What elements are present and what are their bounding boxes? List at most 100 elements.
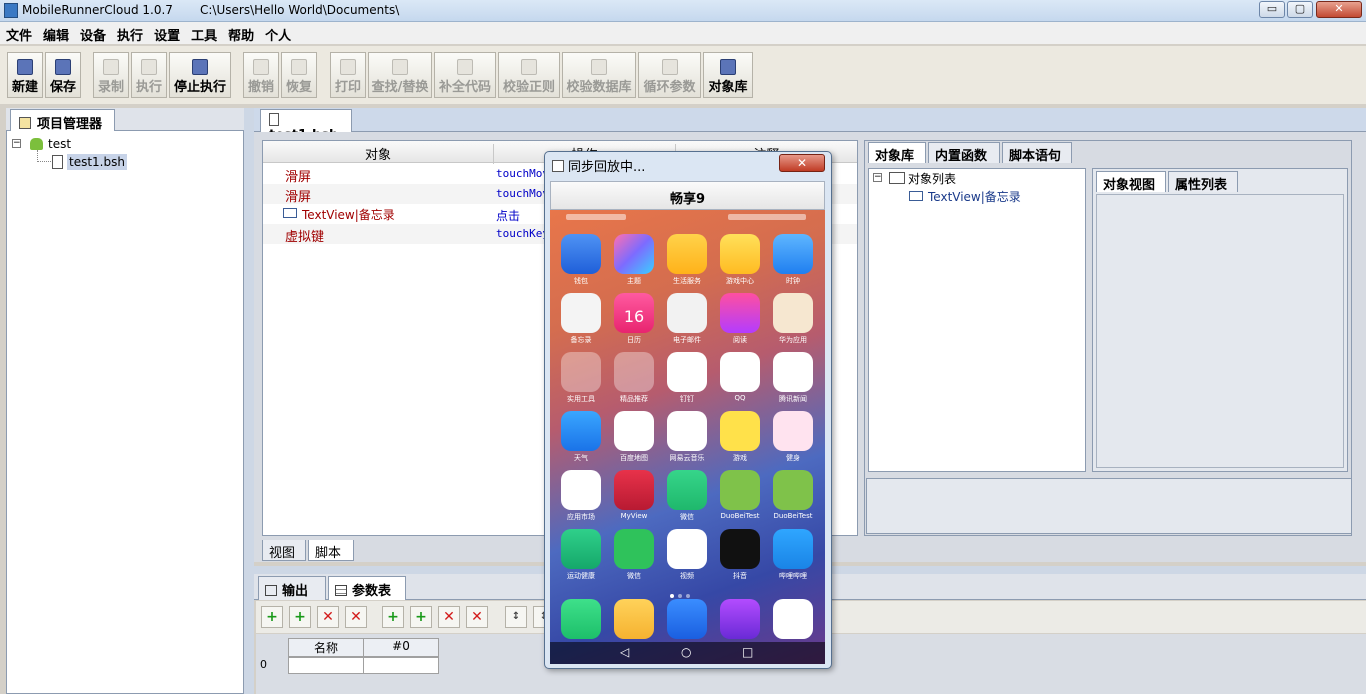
save-button[interactable]: 保存 xyxy=(45,52,81,98)
browser-app-icon[interactable] xyxy=(720,599,760,639)
redo-button[interactable]: 恢复 xyxy=(281,52,317,98)
sort-az-button[interactable]: ↕ xyxy=(505,606,527,628)
project-panel xyxy=(6,108,244,694)
menu-edit[interactable]: 编辑 xyxy=(37,22,74,44)
app-icon[interactable] xyxy=(773,411,813,451)
app-icon[interactable] xyxy=(720,529,760,569)
app-icon[interactable] xyxy=(720,234,760,274)
app-icon[interactable] xyxy=(614,234,654,274)
tree-file-test1[interactable]: test1.bsh xyxy=(67,154,127,170)
qq-app-icon[interactable] xyxy=(720,352,760,392)
tab-view[interactable]: 视图 xyxy=(262,540,306,561)
app-icon[interactable] xyxy=(614,470,654,510)
tab-property-list[interactable]: 属性列表 xyxy=(1168,171,1238,193)
menu-settings[interactable]: 设置 xyxy=(148,22,185,44)
loop-params-button[interactable]: 循环参数 xyxy=(638,52,701,98)
folder-app-icon[interactable] xyxy=(561,352,601,392)
insert-column-button[interactable]: + xyxy=(289,606,311,628)
object-library-button[interactable]: 对象库 xyxy=(703,52,753,98)
app-icon[interactable] xyxy=(561,234,601,274)
tab-builtin-functions[interactable]: 内置函数 xyxy=(928,142,1000,164)
android-app-icon[interactable] xyxy=(773,470,813,510)
undo-button[interactable]: 撤销 xyxy=(243,52,279,98)
tab-object-view[interactable]: 对象视图 xyxy=(1096,171,1166,193)
object-list-root[interactable]: 对象列表 xyxy=(908,170,956,187)
camera-app-icon[interactable] xyxy=(773,599,813,639)
delete-row-button[interactable]: ✕ xyxy=(438,606,460,628)
android-app-icon[interactable] xyxy=(720,470,760,510)
find-replace-button[interactable]: 查找/替换 xyxy=(368,52,432,98)
editor-tab-test1[interactable]: test1.bsh xyxy=(260,109,352,143)
param-header-col0[interactable]: #0 xyxy=(363,638,439,657)
param-header-name[interactable]: 名称 xyxy=(288,638,364,657)
collapse-toggle[interactable]: − xyxy=(873,173,882,182)
autocomplete-icon xyxy=(457,59,473,75)
tab-param-table[interactable]: 参数表 xyxy=(328,576,406,600)
object-list-item[interactable]: TextView|备忘录 xyxy=(928,188,1021,205)
stop-button[interactable]: 停止执行 xyxy=(169,52,231,98)
calendar-app-icon[interactable]: 16 xyxy=(614,293,654,333)
run-button[interactable]: 执行 xyxy=(131,52,167,98)
insert-row-button[interactable]: + xyxy=(410,606,432,628)
app-icon[interactable] xyxy=(561,293,601,333)
minimize-button[interactable]: ▭ xyxy=(1259,1,1285,18)
tab-script[interactable]: 脚本 xyxy=(308,540,354,561)
menu-device[interactable]: 设备 xyxy=(74,22,111,44)
app-icon[interactable] xyxy=(720,293,760,333)
collapse-toggle[interactable]: − xyxy=(12,139,21,148)
app-icon[interactable] xyxy=(561,529,601,569)
map-app-icon[interactable] xyxy=(614,411,654,451)
phone-app-icon[interactable] xyxy=(561,599,601,639)
app-icon[interactable] xyxy=(667,234,707,274)
app-icon[interactable] xyxy=(667,352,707,392)
app-icon[interactable] xyxy=(667,293,707,333)
autocomplete-button[interactable]: 补全代码 xyxy=(434,52,496,98)
panel-splitter[interactable] xyxy=(244,108,254,694)
clear-row-button[interactable]: ✕ xyxy=(466,606,488,628)
app-icon[interactable] xyxy=(773,352,813,392)
dialog-close-button[interactable]: ✕ xyxy=(779,154,825,172)
project-manager-tab[interactable]: 项目管理器 xyxy=(10,109,115,132)
app-icon[interactable] xyxy=(773,529,813,569)
delete-column-button[interactable]: ✕ xyxy=(317,606,339,628)
maximize-button[interactable]: ▢ xyxy=(1287,1,1313,18)
back-nav-icon[interactable]: ◁ xyxy=(620,645,629,659)
menu-tools[interactable]: 工具 xyxy=(185,22,222,44)
app-icon[interactable] xyxy=(667,529,707,569)
app-icon[interactable] xyxy=(720,411,760,451)
close-window-button[interactable]: ✕ xyxy=(1316,1,1362,18)
music-app-icon[interactable] xyxy=(667,411,707,451)
app-icon[interactable] xyxy=(561,470,601,510)
param-cell[interactable] xyxy=(288,657,364,674)
new-button[interactable]: 新建 xyxy=(7,52,43,98)
print-button[interactable]: 打印 xyxy=(330,52,366,98)
tab-object-library[interactable]: 对象库 xyxy=(868,142,926,164)
phone-screen[interactable]: 钱包 主题 生活服务 游戏中心 时钟 16 备忘录 日历 电子邮件 阅读 华为应… xyxy=(550,210,825,664)
tree-root-test[interactable]: test xyxy=(48,137,71,151)
wechat-app-icon[interactable] xyxy=(614,529,654,569)
record-button[interactable]: 录制 xyxy=(93,52,129,98)
app-icon[interactable] xyxy=(773,234,813,274)
regex-check-button[interactable]: 校验正则 xyxy=(498,52,560,98)
home-nav-icon[interactable]: ○ xyxy=(681,645,691,659)
add-column-button[interactable]: + xyxy=(261,606,283,628)
contacts-app-icon[interactable] xyxy=(614,599,654,639)
recents-nav-icon[interactable]: □ xyxy=(742,645,753,659)
add-row-button[interactable]: + xyxy=(382,606,404,628)
menu-help[interactable]: 帮助 xyxy=(222,22,259,44)
app-icon[interactable] xyxy=(667,470,707,510)
menu-run[interactable]: 执行 xyxy=(111,22,148,44)
tab-output[interactable]: 输出 xyxy=(258,576,326,600)
database-check-button[interactable]: 校验数据库 xyxy=(562,52,636,98)
param-cell[interactable] xyxy=(363,657,439,674)
app-icon[interactable] xyxy=(773,293,813,333)
menu-file[interactable]: 文件 xyxy=(0,22,37,44)
column-object[interactable]: 对象 xyxy=(263,144,494,164)
tab-script-statements[interactable]: 脚本语句 xyxy=(1002,142,1072,164)
app-icon[interactable] xyxy=(561,411,601,451)
menu-personal[interactable]: 个人 xyxy=(259,22,296,44)
folder-app-icon[interactable] xyxy=(614,352,654,392)
messages-app-icon[interactable] xyxy=(667,599,707,639)
table-icon xyxy=(335,585,347,596)
clear-column-button[interactable]: ✕ xyxy=(345,606,367,628)
